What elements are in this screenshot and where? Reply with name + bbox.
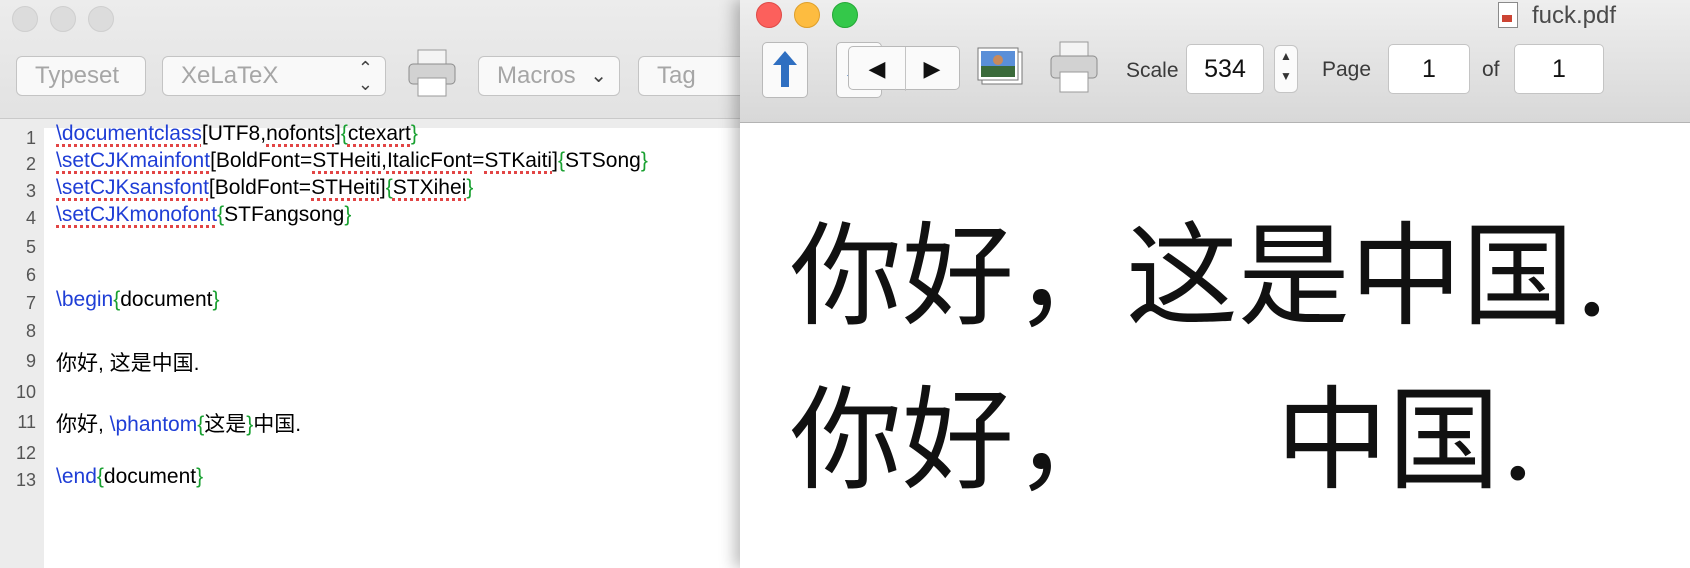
line-number: 11 [17,412,36,432]
pdf-toolbar: fuck.pdf ◀ ▶ Scale 534 ▲ ▼ Page 1 of 1 [740,0,1690,123]
engine-select[interactable]: XeLaTeX ⌃ ⌄ [162,56,386,96]
line-number: 10 [15,382,36,402]
pdf-file-icon [1498,2,1518,28]
line-number: 12 [15,443,36,463]
chevron-down-icon: ⌄ [590,65,607,87]
line-number: 1 [25,128,36,148]
code-text: STXihei [392,176,467,199]
close-window-button[interactable] [12,6,38,32]
of-label: of [1482,58,1500,81]
line-number: 2 [25,154,36,174]
code-text: document [120,288,213,311]
history-segmented-control: ◀ ▶ [848,46,960,91]
pdf-window: fuck.pdf ◀ ▶ Scale 534 ▲ ▼ Page 1 of 1 你… [740,0,1690,568]
typeset-label: Typeset [35,62,120,89]
code-text: STHeiti [311,176,380,199]
printer-icon[interactable] [1048,40,1100,94]
scale-stepper[interactable]: ▲ ▼ [1274,45,1298,93]
scale-input[interactable]: 534 [1186,44,1264,94]
latex-command: \setCJKmainfont [56,149,211,172]
source-editor[interactable]: \documentclass[UTF8,nofonts]{ctexart} \s… [44,122,760,568]
line-number: 9 [25,351,36,371]
brace: } [466,176,474,199]
window-title: fuck.pdf [1532,2,1617,29]
back-button[interactable]: ◀ [849,47,906,91]
total-pages-field: 1 [1514,44,1604,94]
brace: } [212,288,220,311]
minimize-window-button[interactable] [794,2,820,28]
code-text: 这是 [204,413,247,436]
printer-icon[interactable] [406,48,458,98]
pdf-text-line-1: 你好，这是中国. [790,212,1610,342]
zoom-window-button[interactable] [88,6,114,32]
code-text: 你好, [56,413,110,436]
code-text: nofonts [266,122,335,145]
code-line-1: \documentclass[UTF8,nofonts]{ctexart} [56,122,418,146]
code-text: [UTF8, [201,122,267,145]
typeset-button[interactable]: Typeset [16,56,146,96]
code-text: STSong [564,149,641,172]
pdf-text-line-2-left: 你好， [790,376,1126,506]
brace: { [385,176,393,199]
latex-command: \setCJKmonofont [56,203,218,226]
previous-page-button[interactable] [762,42,808,98]
minimize-window-button[interactable] [50,6,76,32]
code-text: 中国. [253,413,302,436]
line-number: 6 [25,265,36,285]
latex-command: \setCJKsansfont [56,176,209,199]
scale-label: Scale [1126,59,1179,82]
tags-label: Tag [657,62,696,89]
line-number: 8 [25,321,36,341]
code-line-13: \end{document} [56,465,203,489]
line-number-gutter: 1 2 3 4 5 6 7 8 9 10 11 12 13 [0,128,45,568]
close-window-button[interactable] [756,2,782,28]
brace: } [344,203,352,226]
code-text: ItalicFont [386,149,473,172]
code-text: ctexart [347,122,411,145]
editor-titlebar: Typeset XeLaTeX ⌃ ⌄ Macros ⌄ Tag [0,0,778,119]
pdf-text-line-2-right: 中国. [1276,376,1536,506]
page-input[interactable]: 1 [1388,44,1470,94]
zoom-window-button[interactable] [832,2,858,28]
code-line-2: \setCJKmainfont[BoldFont=STHeiti,ItalicF… [56,149,648,173]
line-number: 3 [25,181,36,201]
brace: { [340,122,348,145]
latex-command: \phantom [109,413,198,436]
macros-select[interactable]: Macros ⌄ [478,56,620,96]
code-line-4: \setCJKmonofont{STFangsong} [56,203,351,227]
code-line-3: \setCJKsansfont[BoldFont=STHeiti]{STXihe… [56,176,473,200]
code-text: STKaiti [484,149,553,172]
code-text: 你好, 这是中国. [56,352,200,375]
brace: } [196,465,204,488]
latex-command: \documentclass [56,122,202,145]
code-text: = [472,149,485,172]
photo-icon[interactable] [976,44,1026,90]
brace: { [557,149,565,172]
code-text: STFangsong [224,203,345,226]
brace: } [410,122,418,145]
line-number: 13 [15,470,36,490]
latex-command: \begin [56,288,114,311]
arrow-up-icon [773,51,797,87]
forward-button[interactable]: ▶ [905,47,959,91]
latex-command: \end [56,465,97,488]
code-line-7: \begin{document} [56,288,219,312]
code-text: [BoldFont= [208,176,312,199]
pdf-page-view[interactable]: 你好，这是中国. 你好， 中国. [740,123,1690,568]
up-down-chevron-icon: ⌃ ⌄ [357,58,373,94]
page-label: Page [1322,58,1372,81]
code-text: [BoldFont= [210,149,313,172]
code-line-9: 你好, 这是中国. [56,347,200,377]
engine-value: XeLaTeX [181,62,279,89]
code-line-11: 你好, \phantom{这是}中国. [56,408,301,438]
line-number: 4 [25,208,36,228]
macros-label: Macros [497,62,576,89]
brace: { [96,465,104,488]
brace: } [640,149,648,172]
line-number: 5 [25,237,36,257]
code-text: document [103,465,197,488]
line-number: 7 [25,293,36,313]
editor-window: Typeset XeLaTeX ⌃ ⌄ Macros ⌄ Tag 1 2 3 4 … [0,0,778,568]
code-text: STHeiti [312,149,382,172]
